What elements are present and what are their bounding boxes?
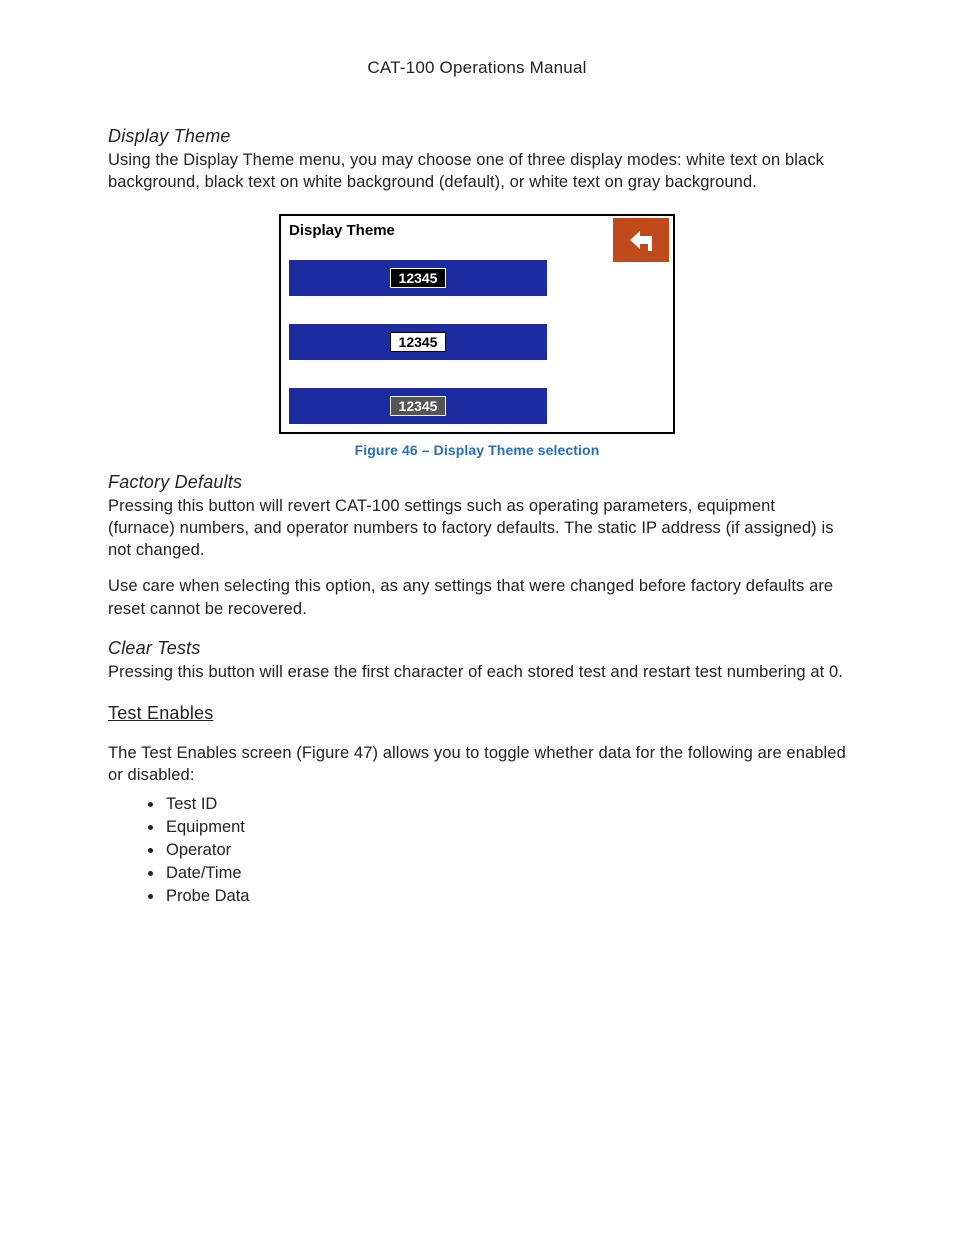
list-item: Operator [164, 839, 846, 862]
device-screen: Display Theme 12345 12345 12345 [279, 214, 675, 434]
paragraph-factory-defaults-2: Use care when selecting this option, as … [108, 575, 846, 620]
back-arrow-icon [626, 227, 656, 253]
theme-sample-gray: 12345 [390, 396, 446, 416]
device-screen-title: Display Theme [289, 222, 395, 239]
manual-page: CAT-100 Operations Manual Display Theme … [0, 0, 954, 1235]
theme-sample-dark: 12345 [390, 268, 446, 288]
paragraph-display-theme: Using the Display Theme menu, you may ch… [108, 149, 846, 194]
paragraph-clear-tests: Pressing this button will erase the firs… [108, 661, 846, 683]
back-button[interactable] [613, 218, 669, 262]
heading-test-enables: Test Enables [108, 703, 846, 724]
list-item: Probe Data [164, 885, 846, 908]
figure-46: Display Theme 12345 12345 12345 Figur [279, 214, 675, 458]
heading-clear-tests: Clear Tests [108, 638, 846, 659]
list-item: Test ID [164, 793, 846, 816]
theme-option-dark[interactable]: 12345 [289, 260, 547, 296]
theme-options: 12345 12345 12345 [289, 260, 547, 424]
heading-display-theme: Display Theme [108, 126, 846, 147]
theme-option-gray[interactable]: 12345 [289, 388, 547, 424]
theme-sample-light: 12345 [390, 332, 446, 352]
test-enables-list: Test ID Equipment Operator Date/Time Pro… [164, 793, 846, 908]
heading-factory-defaults: Factory Defaults [108, 472, 846, 493]
paragraph-test-enables-intro: The Test Enables screen (Figure 47) allo… [108, 742, 846, 787]
page-header: CAT-100 Operations Manual [108, 58, 846, 78]
figure-46-caption: Figure 46 – Display Theme selection [279, 442, 675, 458]
paragraph-factory-defaults-1: Pressing this button will revert CAT-100… [108, 495, 846, 562]
theme-option-light[interactable]: 12345 [289, 324, 547, 360]
list-item: Date/Time [164, 862, 846, 885]
list-item: Equipment [164, 816, 846, 839]
